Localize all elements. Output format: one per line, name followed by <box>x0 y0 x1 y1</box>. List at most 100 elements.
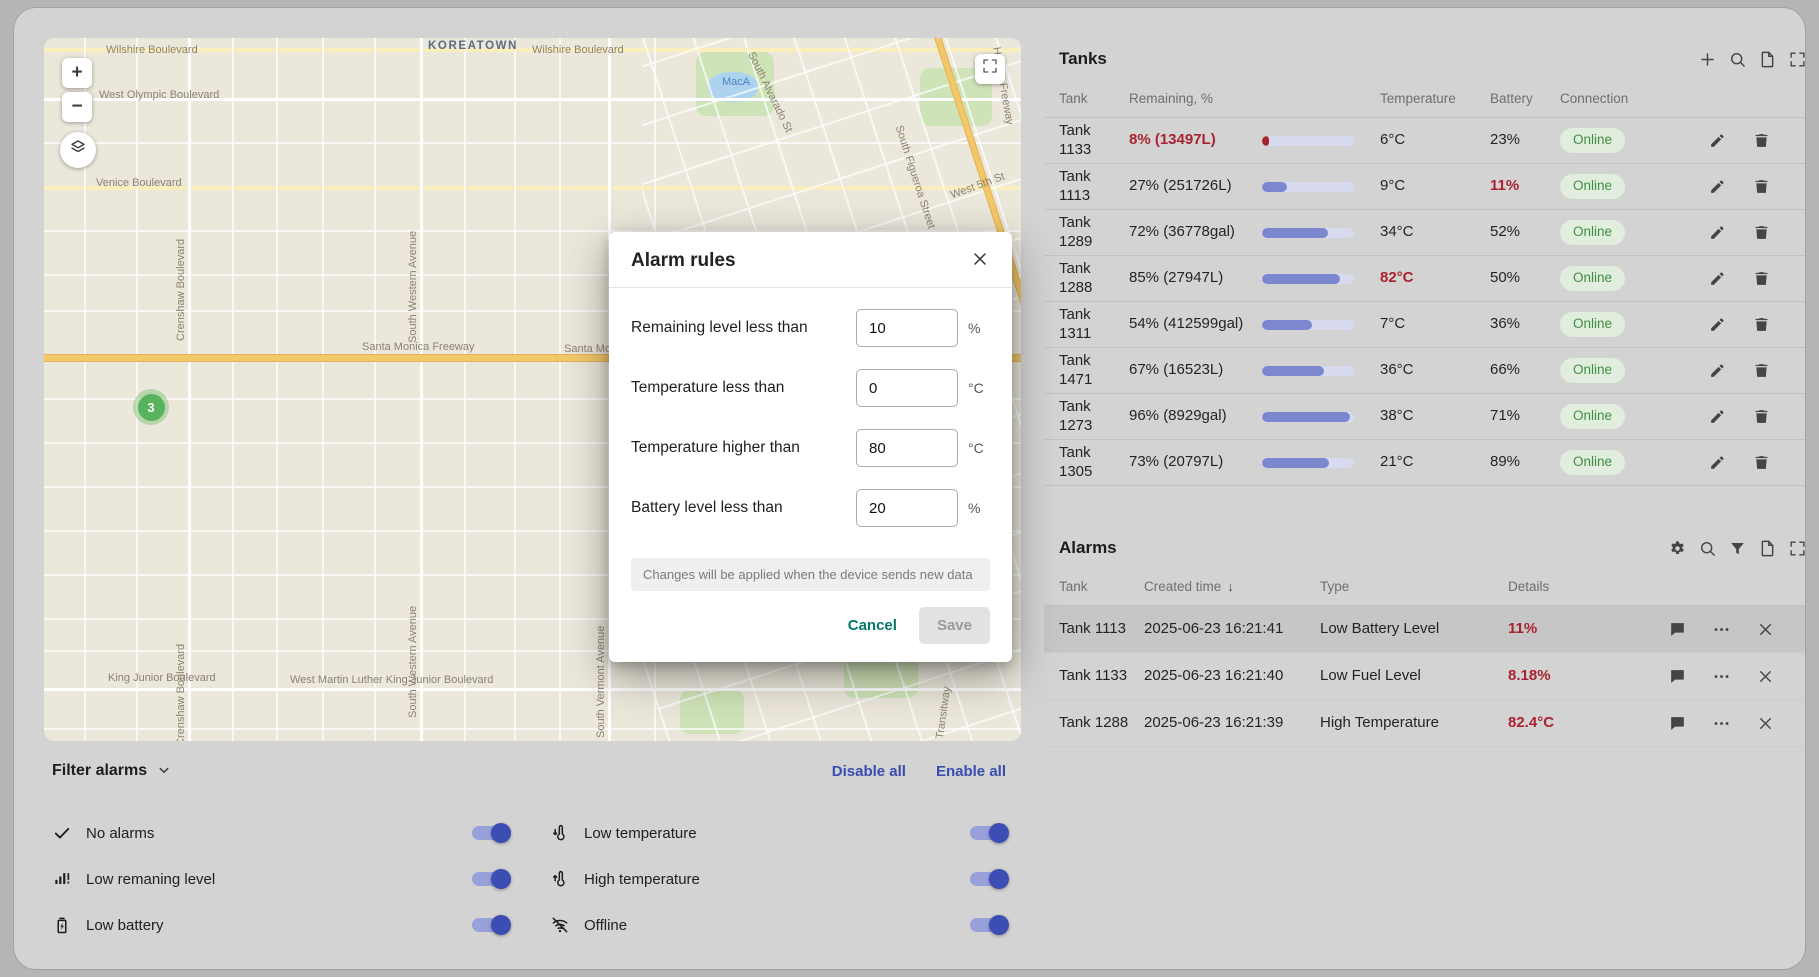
alarms-settings-button[interactable] <box>1664 535 1690 561</box>
tank-row[interactable]: Tank 1288 85% (27947L) 82°C 50% Online <box>1044 256 1805 302</box>
cancel-button[interactable]: Cancel <box>838 609 907 642</box>
more-icon <box>1712 667 1731 686</box>
tanks-table: Tank Remaining, % Temperature Battery Co… <box>1044 82 1805 486</box>
enable-all-button[interactable]: Enable all <box>936 763 1006 780</box>
rule-field-input-3[interactable] <box>856 489 958 527</box>
edit-tank-button[interactable] <box>1704 312 1730 338</box>
alarm-more-button[interactable] <box>1708 616 1734 642</box>
delete-tank-button[interactable] <box>1748 174 1774 200</box>
trash-icon <box>1752 315 1771 334</box>
delete-tank-button[interactable] <box>1748 312 1774 338</box>
delete-tank-button[interactable] <box>1748 358 1774 384</box>
tank-remaining: 85% (27947L) <box>1129 269 1224 287</box>
filter-toggle-low-temperature[interactable] <box>970 823 1009 843</box>
filter-item: Low temperature <box>550 816 1009 850</box>
alarm-dismiss-button[interactable] <box>1752 663 1778 689</box>
disable-all-button[interactable]: Disable all <box>832 763 906 780</box>
check-icon <box>52 823 72 843</box>
tank-row[interactable]: Tank 1113 27% (251726L) 9°C 11% Online <box>1044 164 1805 210</box>
zoom-in-button[interactable]: + <box>62 58 92 88</box>
tank-row[interactable]: Tank 1305 73% (20797L) 21°C 89% Online <box>1044 440 1805 486</box>
filter-toggle-no-alarms[interactable] <box>472 823 511 843</box>
rule-field-row: Temperature less than °C <box>631 358 990 418</box>
trash-icon <box>1752 223 1771 242</box>
filter-toggle-low-battery[interactable] <box>472 915 511 935</box>
alarm-more-button[interactable] <box>1708 663 1734 689</box>
tank-row[interactable]: Tank 1311 54% (412599gal) 7°C 36% Online <box>1044 302 1805 348</box>
filter-toggle-low-remaning-level[interactable] <box>472 869 511 889</box>
tank-row[interactable]: Tank 1273 96% (8929gal) 38°C 71% Online <box>1044 394 1805 440</box>
delete-tank-button[interactable] <box>1748 404 1774 430</box>
delete-tank-button[interactable] <box>1748 220 1774 246</box>
filter-item-label: No alarms <box>86 824 155 842</box>
rule-field-row: Temperature higher than °C <box>631 418 990 478</box>
map-fullscreen-button[interactable] <box>975 54 1005 84</box>
alarms-export-button[interactable] <box>1754 535 1780 561</box>
search-icon <box>1698 539 1717 558</box>
tank-temperature: 34°C <box>1380 223 1414 241</box>
alarm-type: Low Battery Level <box>1320 619 1440 637</box>
tanks-fullscreen-button[interactable] <box>1784 46 1805 72</box>
dialog-title: Alarm rules <box>631 249 736 271</box>
delete-tank-button[interactable] <box>1748 450 1774 476</box>
search-icon <box>1728 50 1747 69</box>
tank-remaining: 72% (36778gal) <box>1129 223 1235 241</box>
close-icon <box>1756 714 1775 733</box>
status-badge: Online <box>1560 450 1626 475</box>
filter-toggle-high-temperature[interactable] <box>970 869 1009 889</box>
filter-alarms-section: Filter alarms Disable all Enable all No … <box>52 756 1009 942</box>
alarms-filter-button[interactable] <box>1724 535 1750 561</box>
rule-field-input-1[interactable] <box>856 369 958 407</box>
save-button[interactable]: Save <box>918 607 990 644</box>
tanks-panel: Tanks Tank Remaining, % Temperature Batt… <box>1044 36 1805 486</box>
tank-battery: 89% <box>1490 453 1521 471</box>
dialog-close-button[interactable] <box>970 249 990 272</box>
alarm-comment-button[interactable] <box>1664 663 1690 689</box>
tanks-add-button[interactable] <box>1694 46 1720 72</box>
tank-name: Tank 1311 <box>1059 305 1092 342</box>
tank-connection: Online <box>1560 450 1690 475</box>
status-badge: Online <box>1560 266 1626 291</box>
edit-tank-button[interactable] <box>1704 266 1730 292</box>
battery-alert-icon <box>52 915 72 935</box>
tanks-search-button[interactable] <box>1724 46 1750 72</box>
tank-temperature: 36°C <box>1380 361 1414 379</box>
alarm-comment-button[interactable] <box>1664 710 1690 736</box>
alarms-panel-title: Alarms <box>1059 538 1117 557</box>
filter-toggle-offline[interactable] <box>970 915 1009 935</box>
column-header-created-time[interactable]: Created time ↓ <box>1144 579 1320 596</box>
tank-row[interactable]: Tank 1471 67% (16523L) 36°C 66% Online <box>1044 348 1805 394</box>
rule-field-input-0[interactable] <box>856 309 958 347</box>
tanks-export-button[interactable] <box>1754 46 1780 72</box>
map-cluster-marker[interactable]: 3 <box>133 389 169 425</box>
tank-remaining-bar <box>1262 319 1380 330</box>
alarm-dismiss-button[interactable] <box>1752 616 1778 642</box>
filter-alarms-expand-button[interactable] <box>155 761 173 782</box>
tank-row[interactable]: Tank 1289 72% (36778gal) 34°C 52% Online <box>1044 210 1805 256</box>
edit-tank-button[interactable] <box>1704 128 1730 154</box>
tank-remaining: 54% (412599gal) <box>1129 315 1244 333</box>
delete-tank-button[interactable] <box>1748 266 1774 292</box>
map-label: Crenshaw Boulevard <box>175 643 187 741</box>
edit-tank-button[interactable] <box>1704 220 1730 246</box>
alarms-search-button[interactable] <box>1694 535 1720 561</box>
alarms-fullscreen-button[interactable] <box>1784 535 1805 561</box>
map-label: South Vermont Avenue <box>595 625 607 738</box>
layers-button[interactable] <box>60 132 96 168</box>
alarm-row[interactable]: Tank 1133 2025-06-23 16:21:40 Low Fuel L… <box>1044 653 1805 700</box>
zoom-out-button[interactable]: − <box>62 92 92 122</box>
delete-tank-button[interactable] <box>1748 128 1774 154</box>
alarm-more-button[interactable] <box>1708 710 1734 736</box>
alarm-row[interactable]: Tank 1113 2025-06-23 16:21:41 Low Batter… <box>1044 606 1805 653</box>
edit-tank-button[interactable] <box>1704 404 1730 430</box>
alarm-dismiss-button[interactable] <box>1752 710 1778 736</box>
rule-field-input-2[interactable] <box>856 429 958 467</box>
alarm-row[interactable]: Tank 1288 2025-06-23 16:21:39 High Tempe… <box>1044 700 1805 747</box>
edit-tank-button[interactable] <box>1704 450 1730 476</box>
map-label: King Junior Boulevard <box>108 672 216 684</box>
rule-field-label: Battery level less than <box>631 499 783 516</box>
edit-tank-button[interactable] <box>1704 358 1730 384</box>
alarm-comment-button[interactable] <box>1664 616 1690 642</box>
tank-row[interactable]: Tank 1133 8% (13497L) 6°C 23% Online <box>1044 118 1805 164</box>
edit-tank-button[interactable] <box>1704 174 1730 200</box>
